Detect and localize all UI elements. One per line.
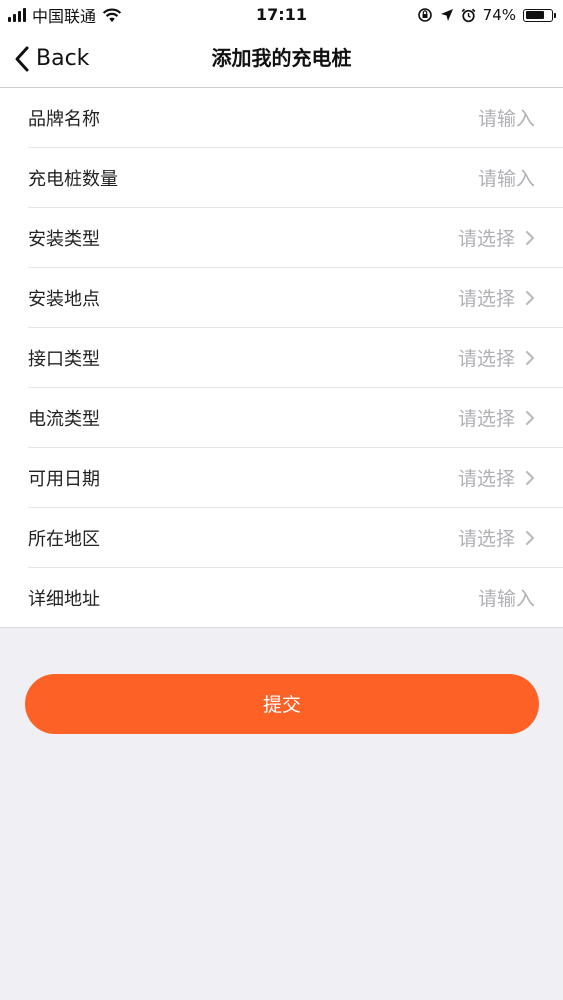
wifi-icon	[102, 8, 122, 22]
form-row-4[interactable]: 安装地点 请选择	[28, 268, 563, 328]
select-placeholder: 请选择	[457, 468, 515, 490]
input-placeholder: 请输入	[477, 588, 535, 610]
form-row-3[interactable]: 安装类型 请选择	[28, 208, 563, 268]
row-value: 请选择	[458, 508, 535, 567]
form-row-2[interactable]: 充电桩数量 请输入	[28, 148, 563, 208]
row-value: 请选择	[458, 388, 535, 447]
row-label: 安装类型	[28, 228, 100, 250]
chevron-left-icon	[15, 46, 29, 71]
row-label: 电流类型	[28, 408, 100, 430]
select-placeholder: 请选择	[457, 228, 515, 250]
back-button[interactable]: Back	[14, 30, 89, 87]
select-placeholder: 请选择	[457, 528, 515, 550]
orientation-lock-icon	[417, 8, 432, 22]
select-placeholder: 请选择	[457, 288, 515, 310]
form-row-8[interactable]: 所在地区 请选择	[28, 508, 563, 568]
row-value: 请选择	[458, 448, 535, 507]
row-label: 品牌名称	[28, 108, 100, 130]
input-placeholder: 请输入	[477, 168, 535, 190]
select-placeholder: 请选择	[457, 408, 515, 430]
status-left: 中国联通	[8, 0, 122, 30]
form-list: 品牌名称 请输入 充电桩数量 请输入 安装类型 请选择 安装地点 请选择 接口类…	[0, 88, 563, 628]
row-value: 请选择	[458, 208, 535, 267]
submit-button[interactable]: 提交	[25, 674, 539, 734]
form-row-7[interactable]: 可用日期 请选择	[28, 448, 563, 508]
chevron-right-icon	[526, 410, 534, 425]
chevron-right-icon	[526, 290, 534, 305]
chevron-right-icon	[526, 470, 534, 485]
select-placeholder: 请选择	[457, 348, 515, 370]
back-label: Back	[36, 46, 90, 71]
row-value: 请选择	[458, 268, 535, 327]
row-label: 安装地点	[28, 288, 100, 310]
row-value: 请输入	[478, 88, 535, 147]
chevron-right-icon	[526, 530, 534, 545]
nav-bar: Back 添加我的充电桩	[0, 30, 563, 88]
row-value: 请输入	[478, 568, 535, 627]
signal-strength-icon	[8, 8, 26, 22]
form-row-6[interactable]: 电流类型 请选择	[28, 388, 563, 448]
battery-icon	[523, 8, 556, 22]
row-label: 充电桩数量	[28, 168, 118, 190]
status-bar: 中国联通 17:11 74%	[0, 0, 563, 30]
battery-percent: 74%	[482, 6, 516, 24]
status-right: 74%	[417, 0, 556, 30]
row-value: 请输入	[478, 148, 535, 207]
form-row-1[interactable]: 品牌名称 请输入	[28, 88, 563, 148]
form-row-5[interactable]: 接口类型 请选择	[28, 328, 563, 388]
location-arrow-icon	[440, 9, 453, 21]
input-placeholder: 请输入	[477, 108, 535, 130]
chevron-right-icon	[526, 230, 534, 245]
chevron-right-icon	[526, 350, 534, 365]
row-label: 接口类型	[28, 348, 100, 370]
row-label: 详细地址	[28, 588, 100, 610]
alarm-clock-icon	[461, 8, 476, 22]
row-value: 请选择	[458, 328, 535, 387]
carrier-name: 中国联通	[32, 7, 97, 26]
battery-fill	[525, 11, 544, 19]
form-row-9[interactable]: 详细地址 请输入	[28, 568, 563, 627]
row-label: 可用日期	[28, 468, 100, 490]
row-label: 所在地区	[28, 528, 100, 550]
